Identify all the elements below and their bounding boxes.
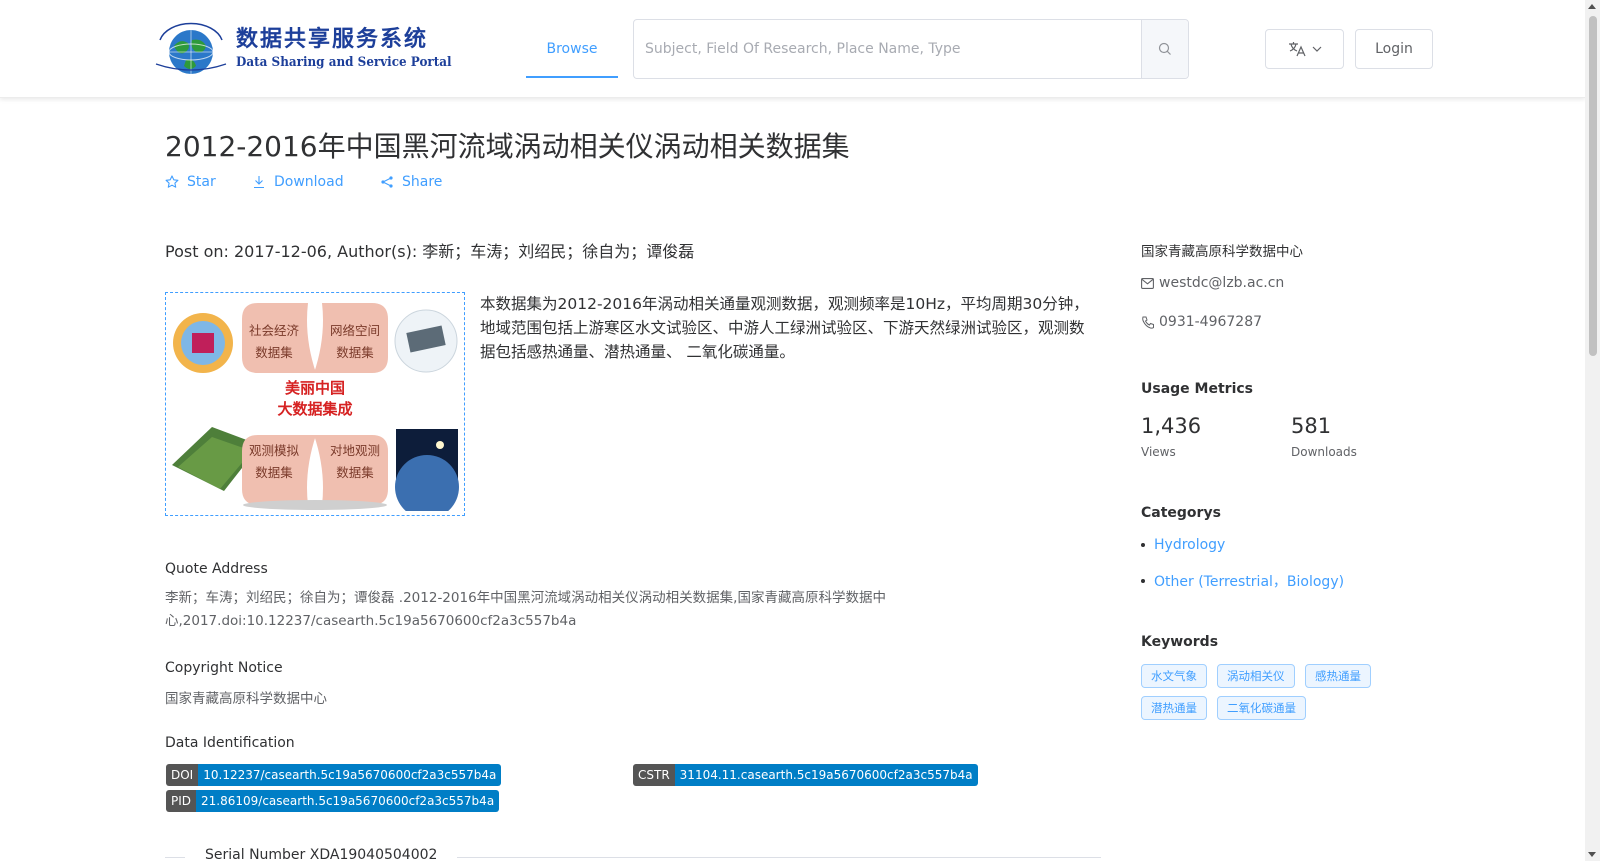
phone-icon bbox=[1142, 316, 1154, 329]
downloads-count: 581 bbox=[1291, 414, 1332, 438]
logo-title-en: Data Sharing and Service Portal bbox=[236, 55, 452, 70]
copyright-text: 国家青藏高原科学数据中心 bbox=[165, 691, 327, 707]
category-link[interactable]: Other (Terrestrial，Biology) bbox=[1154, 571, 1344, 591]
download-icon bbox=[254, 176, 264, 189]
thumb-center-title-2: 大数据集成 bbox=[277, 400, 352, 418]
translate-icon bbox=[1288, 42, 1306, 57]
thumb-cell-earth-obs: 对地观测 bbox=[330, 443, 380, 458]
cstr-badge-key: CSTR bbox=[633, 764, 675, 786]
share-button[interactable]: Share bbox=[380, 172, 460, 192]
share-icon bbox=[381, 176, 393, 188]
star-label: Star bbox=[187, 174, 216, 190]
language-switch-button[interactable] bbox=[1265, 29, 1344, 69]
download-label: Download bbox=[274, 174, 344, 190]
globe-logo-icon bbox=[152, 18, 230, 80]
keyword-tag[interactable]: 水文气象 bbox=[1141, 664, 1207, 688]
views-label: Views bbox=[1141, 445, 1176, 459]
keywords-heading: Keywords bbox=[1141, 634, 1219, 650]
email-text: westdc@lzb.ac.cn bbox=[1159, 275, 1285, 291]
share-label: Share bbox=[402, 174, 443, 190]
category-link[interactable]: Hydrology bbox=[1154, 537, 1225, 553]
thumb-center-title: 美丽中国 bbox=[285, 379, 345, 397]
login-button[interactable]: Login bbox=[1355, 29, 1433, 69]
data-identification-label: Data Identification bbox=[165, 735, 295, 751]
contact-phone: 0931-4967287 bbox=[1141, 314, 1262, 330]
dataset-description: 本数据集为2012-2016年涡动相关通量观测数据，观测频率是10Hz，平均周期… bbox=[480, 295, 1089, 361]
usage-metrics-heading: Usage Metrics bbox=[1141, 381, 1253, 397]
keyword-tag[interactable]: 潜热通量 bbox=[1141, 696, 1207, 720]
downloads-metric: 581 Downloads bbox=[1291, 413, 1357, 459]
thumb-cell-observation-2: 数据集 bbox=[255, 465, 293, 480]
star-button[interactable]: Star bbox=[165, 172, 252, 192]
thumb-cell-observation: 观测模拟 bbox=[249, 443, 300, 458]
page-scrollbar[interactable] bbox=[1585, 0, 1600, 861]
thumb-cell-social-economy: 社会经济 bbox=[249, 323, 300, 338]
thumb-cell-earth-obs-2: 数据集 bbox=[336, 465, 374, 480]
contact-email[interactable]: westdc@lzb.ac.cn bbox=[1141, 275, 1284, 291]
quote-address-label: Quote Address bbox=[165, 561, 268, 577]
search-button[interactable] bbox=[1141, 20, 1188, 78]
keyword-tag[interactable]: 感热通量 bbox=[1305, 664, 1371, 688]
scroll-down-arrow-icon[interactable] bbox=[1588, 852, 1596, 857]
star-icon bbox=[165, 175, 179, 188]
pid-badge[interactable]: PID 21.86109/casearth.5c19a5670600cf2a3c… bbox=[166, 790, 500, 812]
search-input[interactable] bbox=[634, 20, 1141, 78]
pid-badge-value: 21.86109/casearth.5c19a5670600cf2a3c557b… bbox=[196, 790, 500, 812]
cstr-badge-value: 31104.11.casearth.5c19a5670600cf2a3c557b… bbox=[674, 764, 978, 786]
dataset-title: 2012-2016年中国黑河流域涡动相关仪涡动相关数据集 bbox=[165, 130, 850, 163]
copyright-label: Copyright Notice bbox=[165, 660, 283, 676]
serial-divider-left bbox=[165, 857, 185, 858]
bullet-icon bbox=[1141, 543, 1145, 547]
doi-badge[interactable]: DOI 10.12237/casearth.5c19a5670600cf2a3c… bbox=[166, 764, 502, 786]
search-icon bbox=[1158, 42, 1171, 55]
serial-divider-right bbox=[457, 857, 1101, 858]
site-logo[interactable]: 数据共享服务系统 Data Sharing and Service Portal bbox=[152, 18, 452, 80]
search-box bbox=[633, 19, 1189, 79]
post-info: Post on: 2017-12-06, Author(s): 李新；车涛；刘绍… bbox=[165, 242, 695, 261]
cstr-badge[interactable]: CSTR 31104.11.casearth.5c19a5670600cf2a3… bbox=[633, 764, 978, 786]
scroll-up-arrow-icon[interactable] bbox=[1588, 4, 1596, 9]
doi-badge-key: DOI bbox=[166, 764, 199, 786]
mail-icon bbox=[1141, 277, 1154, 289]
quote-address-text: 李新；车涛；刘绍民；徐自为；谭俊磊 .2012-2016年中国黑河流域涡动相关仪… bbox=[165, 590, 886, 629]
category-item[interactable]: Other (Terrestrial，Biology) bbox=[1141, 571, 1344, 591]
logo-title-cn: 数据共享服务系统 bbox=[236, 27, 429, 52]
downloads-label: Downloads bbox=[1291, 445, 1357, 459]
doi-badge-value: 10.12237/casearth.5c19a5670600cf2a3c557b… bbox=[198, 764, 502, 786]
keyword-tag[interactable]: 二氧化碳通量 bbox=[1217, 696, 1306, 720]
top-header: 数据共享服务系统 Data Sharing and Service Portal… bbox=[0, 0, 1585, 98]
views-metric: 1,436 Views bbox=[1141, 413, 1201, 459]
serial-number: Serial Number XDA19040504002 bbox=[205, 847, 438, 861]
pid-badge-key: PID bbox=[166, 790, 197, 812]
download-button[interactable]: Download bbox=[252, 172, 380, 192]
thumb-cell-social-economy-2: 数据集 bbox=[255, 345, 293, 360]
phone-text: 0931-4967287 bbox=[1159, 314, 1263, 330]
scroll-thumb[interactable] bbox=[1589, 16, 1597, 356]
thumb-cell-cyberspace-2: 数据集 bbox=[336, 345, 374, 360]
dataset-thumbnail[interactable]: 社会经济 数据集 网络空间 数据集 观测模拟 数据集 对地观测 数据集 美丽中国… bbox=[165, 292, 465, 519]
keyword-tag[interactable]: 涡动相关仪 bbox=[1217, 664, 1295, 688]
bullet-icon bbox=[1141, 579, 1145, 583]
chevron-down-icon bbox=[1312, 46, 1321, 52]
thumb-cell-cyberspace: 网络空间 bbox=[330, 323, 380, 338]
dataset-actions: Star Download Share bbox=[165, 172, 460, 192]
category-item[interactable]: Hydrology bbox=[1141, 537, 1225, 553]
categories-heading: Categorys bbox=[1141, 505, 1221, 521]
views-count: 1,436 bbox=[1141, 414, 1202, 438]
data-center-name: 国家青藏高原科学数据中心 bbox=[1141, 244, 1303, 260]
nav-browse[interactable]: Browse bbox=[526, 0, 618, 98]
